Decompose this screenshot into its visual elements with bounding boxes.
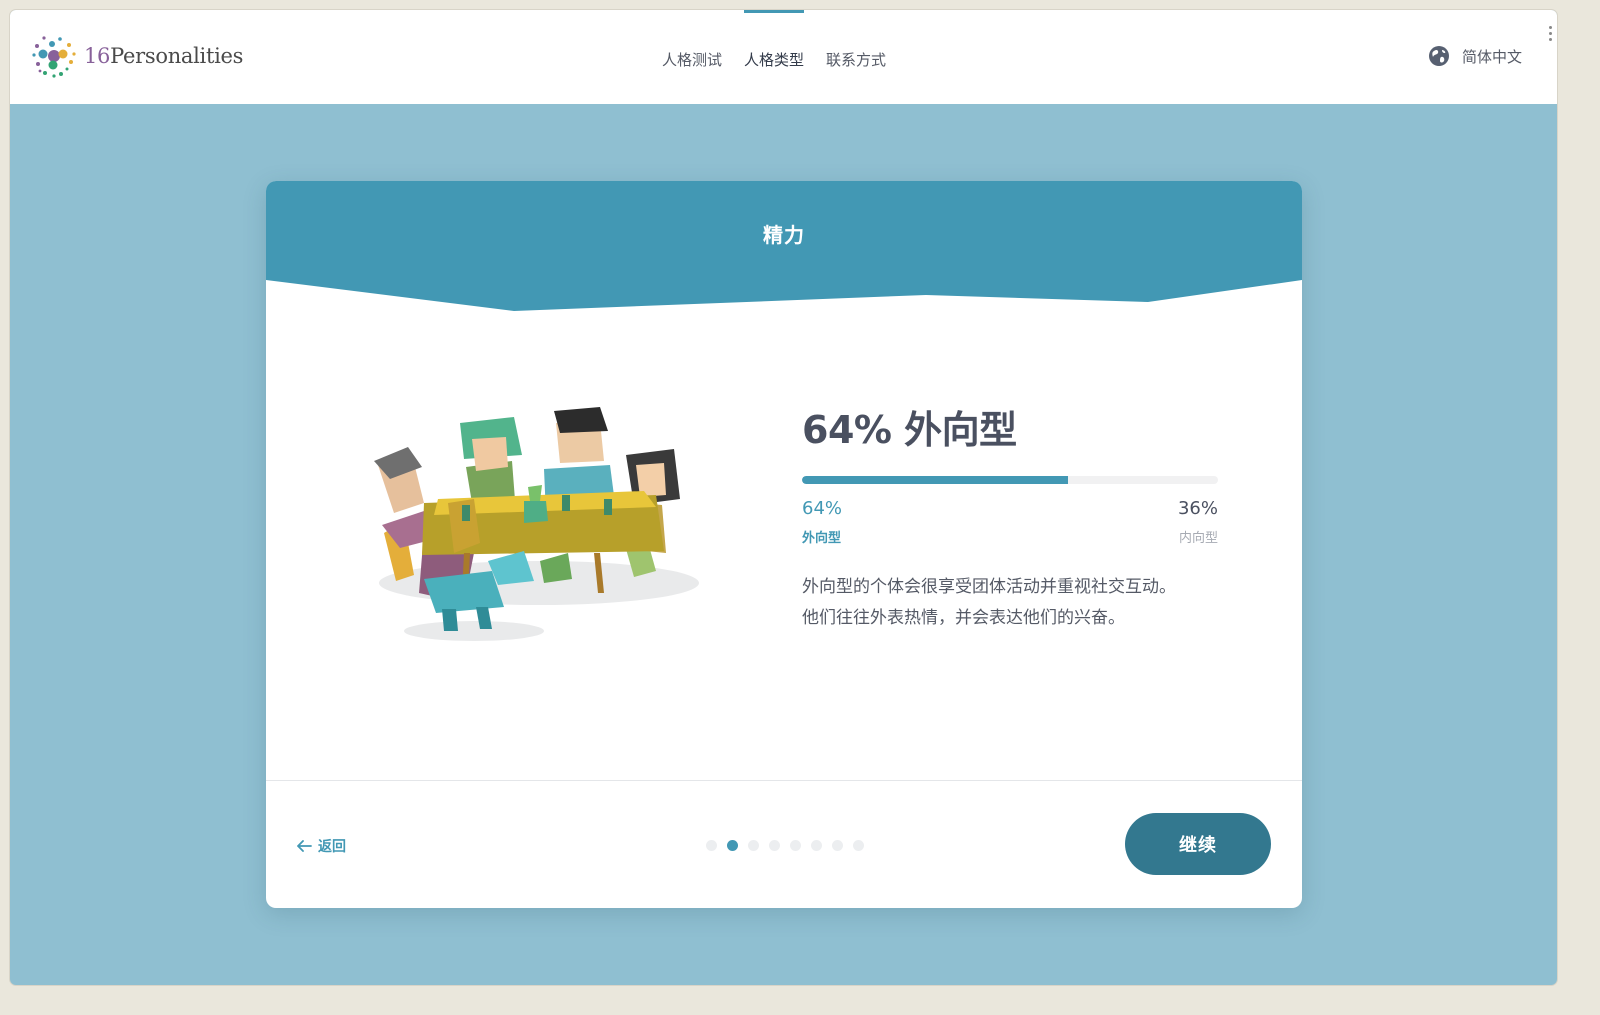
left-trait-name: 外向型 <box>802 531 842 546</box>
trait-progress-fill <box>802 476 1069 484</box>
language-label: 简体中文 <box>1461 47 1522 66</box>
globe-icon <box>1428 46 1449 66</box>
back-button[interactable]: 返回 <box>297 836 346 856</box>
browser-window: 16Personalities 人格测试 人格类型 联系方式 简体中文 精力 6… <box>10 10 1557 985</box>
arrow-left-icon <box>297 840 312 852</box>
nav-personality-test[interactable]: 人格测试 <box>662 45 722 70</box>
pagination-dots <box>706 840 864 851</box>
logo-dots-icon <box>32 36 76 78</box>
nav-personality-types[interactable]: 人格类型 <box>744 10 805 70</box>
main-nav: 人格测试 人格类型 联系方式 <box>662 10 886 104</box>
card-title: 精力 <box>763 223 805 247</box>
continue-button[interactable]: 继续 <box>1125 813 1271 875</box>
brand-name: 16Personalities <box>84 44 244 68</box>
left-trait-percent: 64% <box>802 498 843 519</box>
top-navbar: 16Personalities 人格测试 人格类型 联系方式 简体中文 <box>10 10 1557 104</box>
pagination-dot-7[interactable] <box>832 840 843 851</box>
pagination-dot-3[interactable] <box>748 840 759 851</box>
trait-progress-bar <box>802 476 1218 484</box>
pagination-dot-1[interactable] <box>706 840 717 851</box>
result-card: 精力 64% 外向型 64% 外向型 36% 内向型 外向型的个体会很享受团体活… <box>266 181 1302 908</box>
pagination-dot-4[interactable] <box>769 840 780 851</box>
card-divider <box>266 780 1302 781</box>
nav-contact[interactable]: 联系方式 <box>826 45 886 70</box>
trait-result: 64% 外向型 64% 外向型 36% 内向型 外向型的个体会很享受团体活动并重… <box>802 399 1222 634</box>
result-title: 64% 外向型 <box>802 408 1017 452</box>
trait-description: 外向型的个体会很享受团体活动并重视社交互动。 他们往往外表热情，并会表达他们的兴… <box>802 572 1222 634</box>
back-label: 返回 <box>318 839 346 855</box>
right-trait-group: 36% 内向型 <box>1178 498 1218 546</box>
description-line-2: 他们往往外表热情，并会表达他们的兴奋。 <box>802 608 1125 628</box>
pagination-dot-5[interactable] <box>790 840 801 851</box>
brand-logo[interactable]: 16Personalities <box>30 32 243 80</box>
trait-labels: 64% 外向型 36% 内向型 <box>802 498 1218 546</box>
pagination-dot-2[interactable] <box>727 840 738 851</box>
description-line-1: 外向型的个体会很享受团体活动并重视社交互动。 <box>802 577 1176 597</box>
language-selector[interactable]: 简体中文 <box>1428 45 1522 67</box>
pagination-dot-6[interactable] <box>811 840 822 851</box>
pagination-dot-8[interactable] <box>853 840 864 851</box>
scroll-handle[interactable] <box>1549 26 1553 44</box>
right-trait-percent: 36% <box>1177 498 1218 519</box>
left-trait-group: 64% 外向型 <box>802 498 842 546</box>
right-trait-name: 内向型 <box>1178 531 1218 546</box>
team-illustration-image <box>374 407 699 641</box>
